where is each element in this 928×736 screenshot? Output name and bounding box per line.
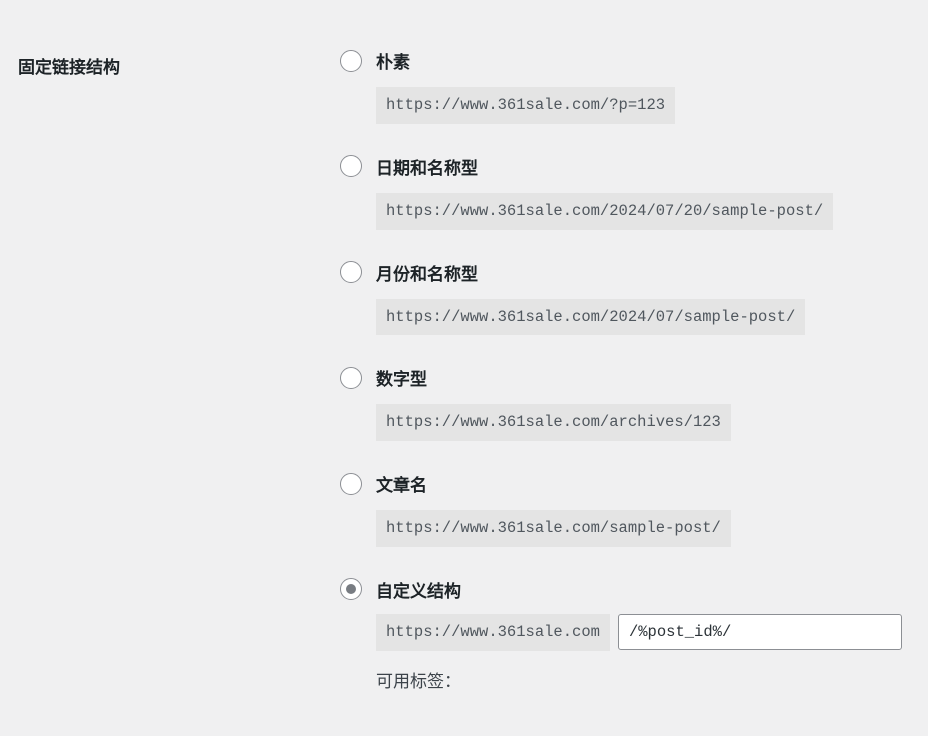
option-custom-base-url: https://www.361sale.com [376, 614, 610, 651]
option-numeric-label: 数字型 [376, 365, 427, 390]
option-day-name-label: 日期和名称型 [376, 154, 478, 179]
option-plain[interactable]: 朴素 [340, 48, 928, 73]
radio-day-name[interactable] [340, 155, 362, 177]
option-month-name-url: https://www.361sale.com/2024/07/sample-p… [376, 299, 805, 336]
option-custom[interactable]: 自定义结构 [340, 577, 928, 602]
radio-month-name[interactable] [340, 261, 362, 283]
available-tags-label: 可用标签： [376, 667, 928, 692]
option-numeric[interactable]: 数字型 [340, 365, 928, 390]
option-day-name[interactable]: 日期和名称型 [340, 154, 928, 179]
option-post-name[interactable]: 文章名 [340, 471, 928, 496]
option-custom-label: 自定义结构 [376, 577, 461, 602]
radio-post-name[interactable] [340, 473, 362, 495]
radio-custom[interactable] [340, 578, 362, 600]
option-post-name-url: https://www.361sale.com/sample-post/ [376, 510, 731, 547]
option-post-name-label: 文章名 [376, 471, 427, 496]
option-month-name-label: 月份和名称型 [376, 260, 478, 285]
option-plain-label: 朴素 [376, 48, 410, 73]
permalink-options: 朴素 https://www.361sale.com/?p=123 日期和名称型… [340, 48, 928, 692]
radio-numeric[interactable] [340, 367, 362, 389]
option-month-name[interactable]: 月份和名称型 [340, 260, 928, 285]
section-label: 固定链接结构 [18, 58, 120, 77]
option-plain-url: https://www.361sale.com/?p=123 [376, 87, 675, 124]
option-numeric-url: https://www.361sale.com/archives/123 [376, 404, 731, 441]
option-day-name-url: https://www.361sale.com/2024/07/20/sampl… [376, 193, 833, 230]
radio-plain[interactable] [340, 50, 362, 72]
custom-structure-input[interactable] [618, 614, 902, 650]
